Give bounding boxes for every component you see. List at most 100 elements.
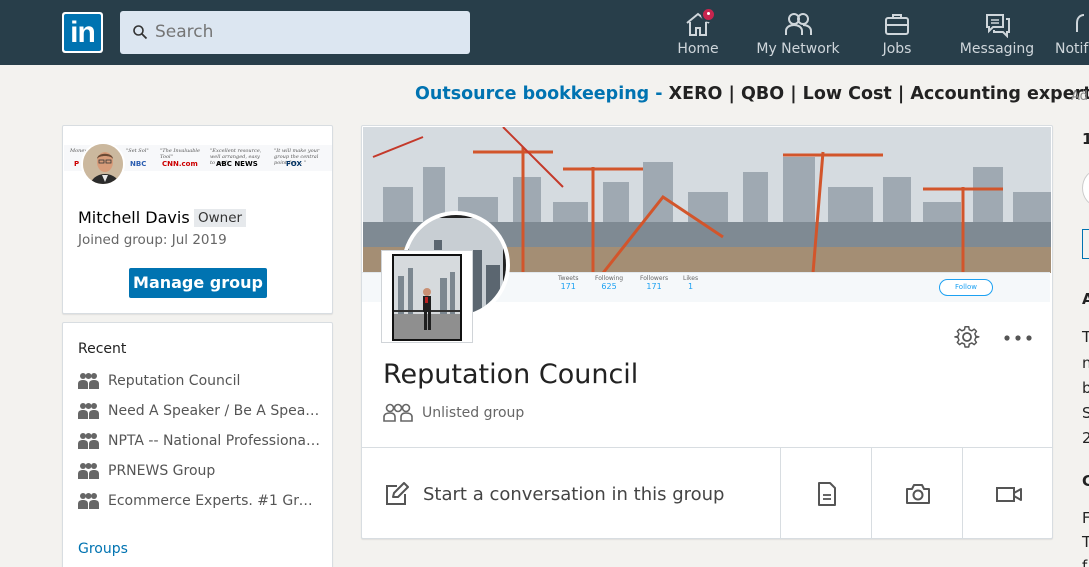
- ad-text[interactable]: XERO | QBO | Low Cost | Accounting exper…: [663, 84, 1089, 104]
- right-rail-button[interactable]: [1082, 229, 1089, 259]
- profile-card: Money "Set Sol" "The Invaluable Tool" "E…: [62, 125, 333, 314]
- twitter-stat-value: 171: [560, 282, 576, 291]
- nav-notifications[interactable]: Notif: [1052, 0, 1089, 65]
- press-logo: FOX: [286, 160, 302, 168]
- recent-group-label: Reputation Council: [108, 373, 241, 389]
- right-rail-text: S: [1082, 404, 1089, 422]
- twitter-stat-label: Tweets: [558, 275, 579, 282]
- right-rail-text: 2: [1082, 429, 1089, 447]
- recent-group-item[interactable]: Reputation Council: [78, 369, 323, 393]
- person-photo: [394, 256, 460, 339]
- recent-group-label: PRNEWS Group: [108, 463, 216, 479]
- group-icon: [78, 403, 99, 419]
- compose-pencil-icon: [386, 482, 409, 505]
- right-rail-text: T: [1082, 328, 1089, 346]
- nav-home[interactable]: Home: [667, 0, 729, 65]
- group-title: Reputation Council: [383, 359, 639, 390]
- right-rail-text: n: [1082, 354, 1089, 372]
- owner-badge: Owner: [194, 209, 247, 227]
- member-name[interactable]: Mitchell Davis: [78, 208, 190, 227]
- twitter-stat: Followers 171: [640, 275, 668, 291]
- nav-jobs-label: Jobs: [882, 41, 912, 57]
- group-icon: [78, 373, 99, 389]
- twitter-stat-value: 171: [646, 282, 662, 291]
- ad-link[interactable]: Outsource bookkeeping -: [415, 84, 663, 104]
- recent-group-label: Ecommerce Experts. #1 Group: [108, 493, 320, 509]
- twitter-stat: Likes 1: [683, 275, 698, 291]
- press-logo: P: [74, 160, 80, 168]
- recent-card: Recent Reputation Council Need A Speaker…: [62, 322, 333, 567]
- press-logo: ABC NEWS: [216, 160, 258, 168]
- manage-group-button[interactable]: Manage group: [129, 268, 267, 298]
- nav-jobs[interactable]: Jobs: [867, 0, 927, 65]
- twitter-stat-label: Following: [595, 275, 624, 282]
- group-visibility: Unlisted group: [422, 405, 525, 421]
- attach-document-button[interactable]: [780, 448, 871, 539]
- press-logo: CNN.com: [162, 160, 198, 168]
- right-rail-text: b: [1082, 379, 1089, 397]
- group-logo[interactable]: [381, 250, 473, 343]
- group-icon: [78, 463, 99, 479]
- attach-video-button[interactable]: [962, 448, 1053, 539]
- recent-group-item[interactable]: Ecommerce Experts. #1 Group: [78, 489, 323, 513]
- attach-photo-button[interactable]: [871, 448, 962, 539]
- my-network-icon: [785, 13, 812, 35]
- group-members-icon: [383, 403, 413, 422]
- jobs-icon: [885, 14, 909, 35]
- twitter-stat-label: Likes: [683, 275, 699, 282]
- notifications-icon: [1076, 14, 1085, 32]
- twitter-stat: Tweets 171: [558, 275, 578, 291]
- recent-group-label: NPTA -- National Professional Trainers: [108, 433, 320, 449]
- twitter-stat-value: 625: [601, 282, 617, 291]
- press-quote: "Set Sol": [126, 148, 149, 154]
- nav-messaging-label: Messaging: [959, 41, 1035, 57]
- linkedin-logo[interactable]: in: [62, 12, 103, 53]
- start-conversation-label: Start a conversation in this group: [423, 484, 725, 505]
- notification-badge: [701, 7, 716, 22]
- settings-gear-icon[interactable]: [954, 324, 980, 350]
- twitter-stat-value: 1: [688, 282, 694, 291]
- right-rail-text: A: [1082, 290, 1089, 308]
- start-conversation-button[interactable]: Start a conversation in this group: [362, 448, 780, 539]
- nav-home-label: Home: [677, 41, 719, 57]
- compose-bar: Start a conversation in this group: [362, 447, 1053, 539]
- recent-title: Recent: [78, 341, 127, 357]
- press-quote: "The Invaluable Tool": [160, 148, 200, 160]
- twitter-stat-label: Followers: [640, 275, 669, 282]
- groups-link[interactable]: Groups: [78, 541, 128, 557]
- nav-my-network-label: My Network: [756, 41, 840, 57]
- right-rail-text: F: [1082, 509, 1089, 527]
- right-rail-text: T: [1082, 533, 1089, 551]
- avatar[interactable]: [81, 142, 125, 186]
- ad-tag: Ad: [1071, 89, 1088, 104]
- press-quote: "It will make your group the central poi…: [274, 148, 320, 166]
- recent-group-item[interactable]: NPTA -- National Professional Trainers: [78, 429, 323, 453]
- search-box[interactable]: [120, 11, 470, 54]
- search-input[interactable]: [155, 22, 455, 42]
- search-icon: [133, 25, 148, 40]
- joined-date: Joined group: Jul 2019: [78, 232, 227, 248]
- recent-group-item[interactable]: Need A Speaker / Be A Speaker: [78, 399, 323, 423]
- nav-my-network[interactable]: My Network: [752, 0, 844, 65]
- right-rail-text: C: [1082, 472, 1089, 490]
- recent-group-item[interactable]: PRNEWS Group: [78, 459, 323, 483]
- right-rail-avatar: [1082, 170, 1089, 206]
- more-options-icon[interactable]: [1003, 334, 1033, 342]
- avatar-photo: [83, 144, 123, 184]
- video-icon: [996, 487, 1022, 502]
- top-nav: in Home My Network Jobs: [0, 0, 1089, 65]
- press-logo: NBC: [130, 160, 147, 168]
- recent-group-label: Need A Speaker / Be A Speaker: [108, 403, 320, 419]
- document-icon: [818, 482, 836, 506]
- right-rail-text: 1: [1082, 130, 1089, 148]
- nav-messaging[interactable]: Messaging: [956, 0, 1038, 65]
- ad-banner[interactable]: Outsource bookkeeping - XERO | QBO | Low…: [415, 84, 1089, 104]
- camera-icon: [906, 484, 930, 504]
- linkedin-logo-text: in: [64, 14, 101, 51]
- twitter-follow-button: Follow: [939, 279, 993, 296]
- twitter-stat: Following 625: [595, 275, 623, 291]
- group-icon: [78, 433, 99, 449]
- right-rail-text: f: [1082, 557, 1088, 567]
- right-rail: 1 A T n b S 2 C F T f: [1072, 125, 1089, 567]
- nav-notifications-label: Notif: [1055, 41, 1089, 57]
